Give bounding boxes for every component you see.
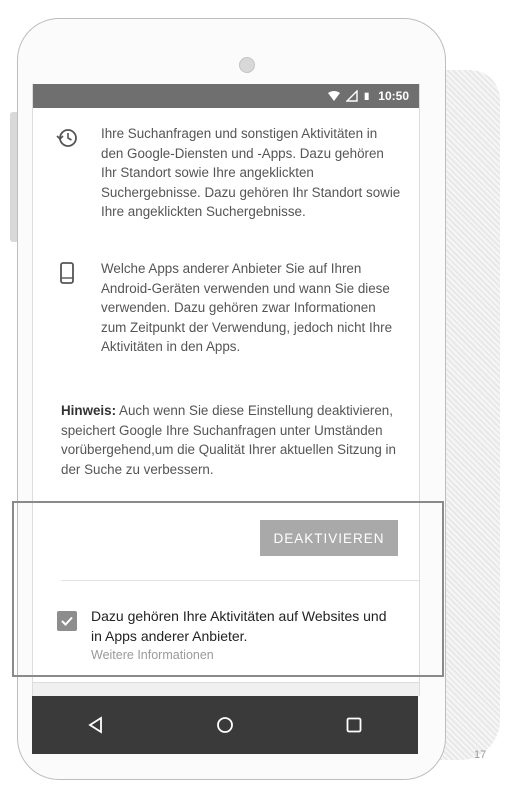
highlight-frame [12,501,444,677]
navigation-bar [32,696,418,754]
camera-icon [239,57,255,73]
home-icon [217,717,233,733]
home-button[interactable] [205,705,245,745]
note-label: Hinweis: [61,403,117,418]
signal-icon [346,90,358,102]
page-number: 17 [474,749,487,761]
battery-icon [364,92,369,100]
status-bar: 10:50 [33,84,419,108]
wifi-icon [328,91,341,101]
note-text: Hinweis: Auch wenn Sie diese Einstellung… [61,401,411,479]
recents-icon [346,717,362,733]
back-icon [88,716,103,734]
back-button[interactable] [76,705,116,745]
history-icon [56,129,77,147]
phone-shadow [440,70,500,760]
recents-button[interactable] [334,705,374,745]
side-button [10,112,17,242]
activity-item-text: Ihre Suchanfragen und sonstigen Aktivitä… [101,126,401,219]
activity-item-text: Welche Apps anderer Anbieter Sie auf Ihr… [101,261,393,354]
phone-icon [60,262,74,284]
status-time: 10:50 [378,89,409,103]
bottom-strip [33,682,419,696]
